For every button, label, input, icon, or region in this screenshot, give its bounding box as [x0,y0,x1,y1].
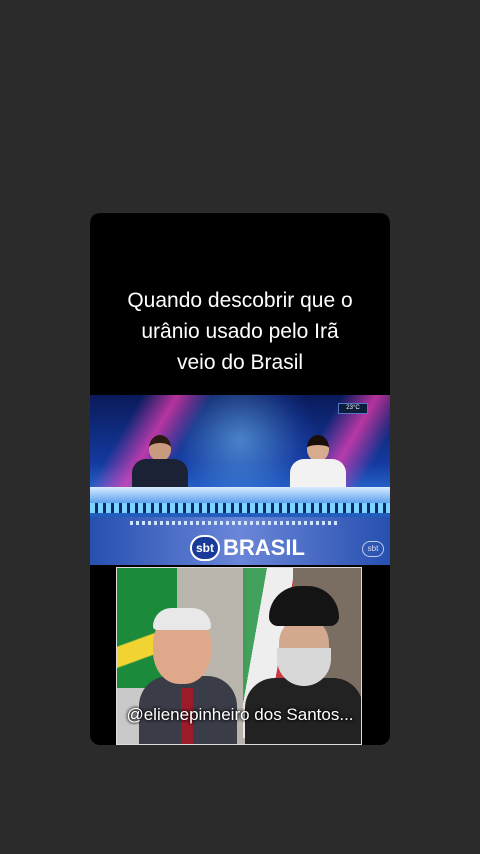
sbt-brasil-logo: sbt BRASIL [190,535,305,561]
caption-line-1: Quando descobrir que o [127,289,353,312]
caption-line-2: urânio usado pelo Irã [141,320,339,343]
video-caption: Quando descobrir que o urânio usado pelo… [90,285,390,378]
male-anchor [132,435,188,491]
channel-corner-bug: sbt [362,541,384,557]
weather-badge: 23°C [338,403,368,414]
username-watermark: @elienepinheiro dos Santos... [126,705,354,724]
caption-line-3: veio do Brasil [176,351,304,374]
news-studio-frame: 23°C sbt BRASIL sbt [90,395,390,565]
sbt-logo-badge: sbt [190,535,220,561]
female-anchor [290,435,346,491]
broadcast-logo-bar: sbt BRASIL sbt [90,517,390,565]
desk-lights [90,503,390,513]
news-desk [90,487,390,503]
brasil-logo-word: BRASIL [223,535,305,560]
video-card[interactable]: Quando descobrir que o urânio usado pelo… [90,213,390,745]
